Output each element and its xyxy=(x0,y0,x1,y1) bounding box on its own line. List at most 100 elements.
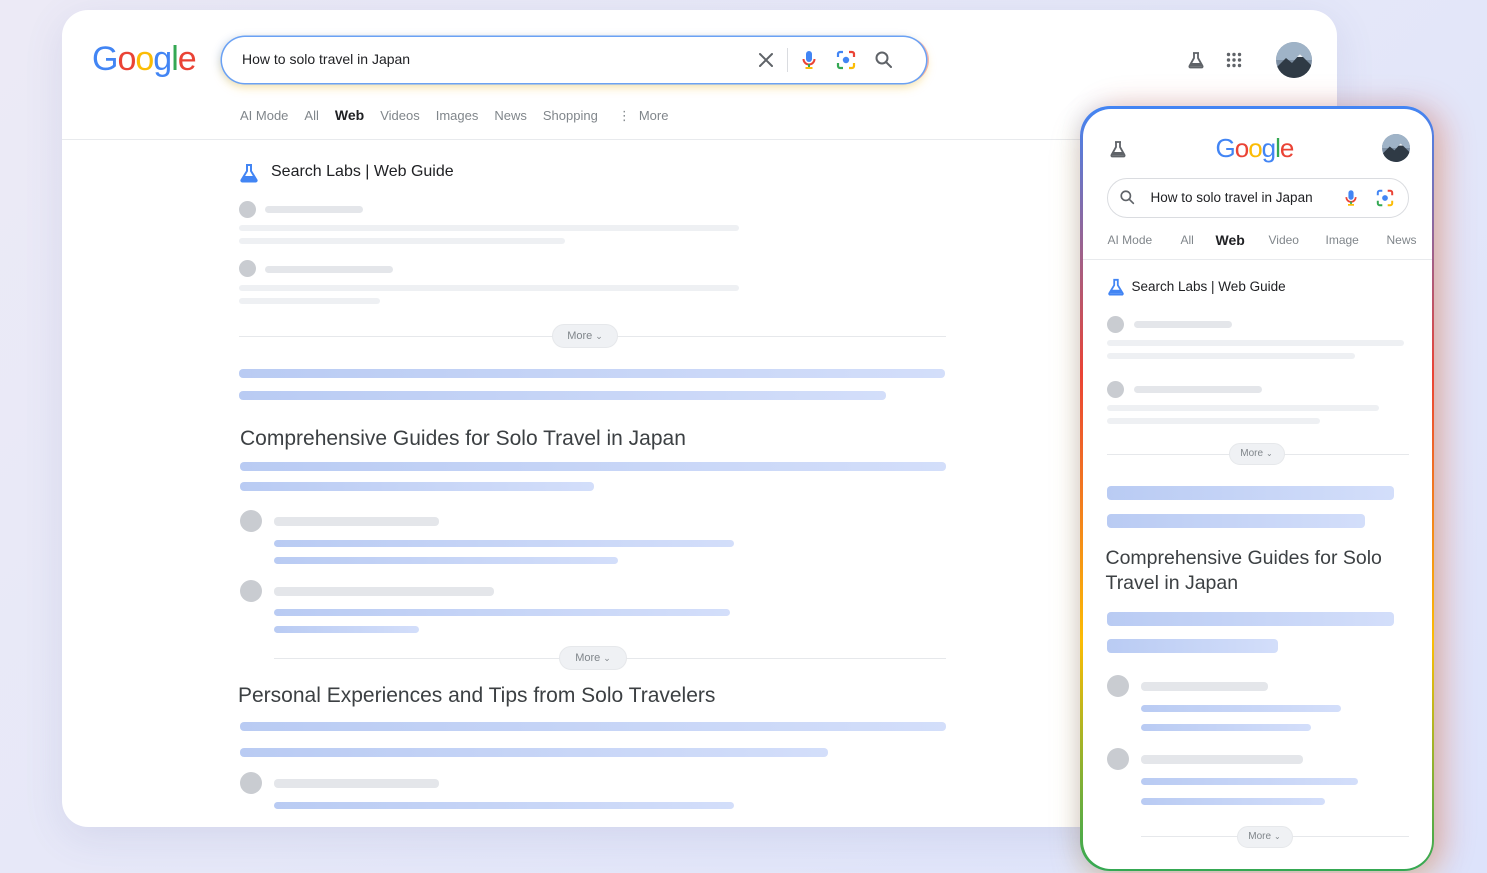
logo-letter: o xyxy=(1248,132,1263,163)
placeholder-favicon xyxy=(1106,315,1124,333)
placeholder-line xyxy=(1106,513,1365,528)
lens-icon[interactable] xyxy=(1374,187,1396,209)
placeholder-favicon xyxy=(239,260,256,277)
tab-more[interactable]: ⋮ More xyxy=(618,108,669,124)
more-button[interactable]: More ⌄ xyxy=(1236,825,1293,848)
section-title: Personal Experiences and Tips from Solo … xyxy=(238,684,716,707)
placeholder-line xyxy=(1140,754,1303,764)
close-icon[interactable] xyxy=(754,48,778,72)
logo-letter: e xyxy=(177,40,197,78)
google-logo[interactable]: Google xyxy=(92,40,197,79)
logo-letter: o xyxy=(117,40,136,78)
placeholder-line xyxy=(1140,797,1325,805)
search-bar[interactable]: How to solo travel in Japan xyxy=(222,37,926,83)
google-logo[interactable]: Google xyxy=(1216,132,1295,164)
apps-grid-icon[interactable] xyxy=(1222,48,1246,72)
placeholder-favicon xyxy=(1106,674,1129,697)
placeholder-line xyxy=(1140,723,1311,731)
logo-letter: g xyxy=(153,40,172,78)
placeholder-line xyxy=(1106,404,1379,411)
placeholder-line xyxy=(1106,638,1278,653)
logo-letter: G xyxy=(92,40,118,78)
placeholder-favicon xyxy=(240,510,262,532)
placeholder-line xyxy=(1133,385,1262,393)
placeholder-favicon xyxy=(1106,747,1129,770)
placeholder-line xyxy=(1133,320,1232,328)
tab-news[interactable]: News xyxy=(1387,233,1417,247)
section-title: Comprehensive Guides for Solo Travel in … xyxy=(1105,546,1382,594)
search-input[interactable]: How to solo travel in Japan xyxy=(242,51,410,67)
placeholder-line xyxy=(274,802,734,809)
avatar[interactable] xyxy=(1381,133,1410,162)
tab-image[interactable]: Image xyxy=(1326,233,1359,247)
more-button-label: More xyxy=(1240,448,1264,459)
placeholder-line xyxy=(1106,352,1355,359)
placeholder-favicon xyxy=(239,201,256,218)
mobile-frame: Google How to solo travel in Japan AI Mo… xyxy=(1080,106,1434,871)
placeholder-line xyxy=(265,206,363,213)
chevron-down-icon: ⌄ xyxy=(603,652,611,663)
tab-ai-mode[interactable]: AI Mode xyxy=(1108,233,1153,247)
placeholder-line xyxy=(274,557,618,564)
placeholder-line xyxy=(265,266,393,273)
chevron-down-icon: ⌄ xyxy=(1266,449,1273,458)
logo-letter: o xyxy=(1234,132,1250,163)
mic-icon[interactable] xyxy=(1341,187,1361,209)
more-button-label: More xyxy=(575,652,601,664)
header-divider xyxy=(1082,258,1432,260)
search-icon[interactable] xyxy=(872,48,896,72)
lens-icon[interactable] xyxy=(834,48,858,72)
tab-video[interactable]: Video xyxy=(1269,233,1299,247)
placeholder-line xyxy=(239,285,739,291)
placeholder-line xyxy=(274,587,494,596)
tab-news[interactable]: News xyxy=(494,108,527,124)
placeholder-line xyxy=(1106,417,1320,424)
search-input[interactable]: How to solo travel in Japan xyxy=(1151,190,1313,205)
placeholder-line xyxy=(274,517,439,526)
tab-more-label: More xyxy=(638,108,669,123)
placeholder-favicon xyxy=(240,772,262,794)
tab-shopping[interactable]: Shopping xyxy=(543,108,598,124)
placeholder-line xyxy=(239,298,380,304)
tab-images[interactable]: Images xyxy=(436,108,479,124)
search-icon[interactable] xyxy=(1118,188,1138,208)
tab-web[interactable]: Web xyxy=(1216,232,1245,248)
search-tabs: AI Mode All Web Video Image News xyxy=(1108,232,1428,253)
placeholder-line xyxy=(240,462,946,471)
placeholder-favicon xyxy=(1106,380,1124,398)
more-vert-icon: ⋮ xyxy=(617,108,631,123)
search-tabs: AI Mode All Web Videos Images News Shopp… xyxy=(240,107,684,124)
section-title: Comprehensive Guides for Solo Travel in … xyxy=(240,427,686,450)
placeholder-line xyxy=(240,722,946,731)
more-button[interactable]: More ⌄ xyxy=(1228,442,1285,465)
placeholder-line xyxy=(274,779,439,788)
labs-flask-icon xyxy=(1105,276,1127,298)
placeholder-line xyxy=(1106,485,1394,500)
search-bar[interactable]: How to solo travel in Japan xyxy=(1106,177,1409,218)
labs-flask-icon[interactable] xyxy=(1184,48,1208,72)
chevron-down-icon: ⌄ xyxy=(1274,832,1281,841)
divider xyxy=(787,48,788,72)
more-button[interactable]: More ⌄ xyxy=(559,646,627,670)
more-button-label: More xyxy=(567,330,593,342)
placeholder-line xyxy=(240,748,828,757)
more-button[interactable]: More ⌄ xyxy=(552,324,618,348)
placeholder-line xyxy=(1106,339,1404,346)
tab-web[interactable]: Web xyxy=(335,107,364,124)
tab-all[interactable]: All xyxy=(304,108,318,124)
placeholder-line xyxy=(240,482,594,491)
placeholder-line xyxy=(239,369,945,378)
tab-all[interactable]: All xyxy=(1181,233,1194,247)
placeholder-line xyxy=(239,225,739,231)
placeholder-line xyxy=(239,391,886,400)
placeholder-line xyxy=(274,540,734,547)
more-button-label: More xyxy=(1248,831,1272,842)
avatar[interactable] xyxy=(1276,42,1312,78)
tab-ai-mode[interactable]: AI Mode xyxy=(240,108,288,124)
labs-flask-icon[interactable] xyxy=(1107,138,1129,160)
placeholder-line xyxy=(274,626,419,633)
tab-videos[interactable]: Videos xyxy=(380,108,420,124)
logo-letter: o xyxy=(135,40,154,78)
labs-flask-icon xyxy=(238,162,260,184)
mic-icon[interactable] xyxy=(797,48,821,72)
